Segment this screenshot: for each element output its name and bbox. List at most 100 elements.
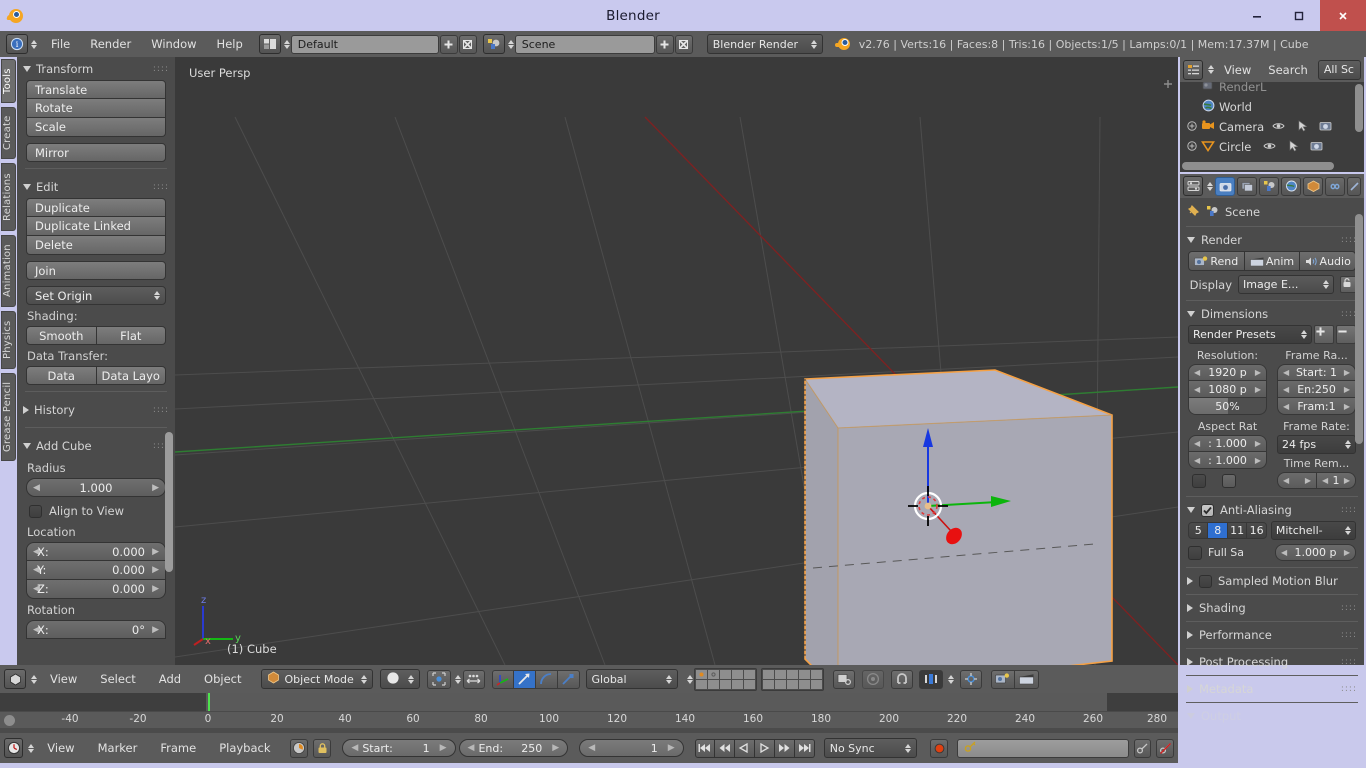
scene-icon[interactable]	[482, 34, 505, 54]
frame-rate-dropdown[interactable]: 24 fps	[1277, 435, 1356, 454]
increment-arrow-icon[interactable]: ▶	[1344, 548, 1350, 557]
rotation-x-field[interactable]: ◀ X: 0° ▶	[26, 620, 166, 639]
increment-arrow-icon[interactable]: ▶	[668, 743, 675, 753]
aspect-y-field[interactable]: ◀ : 1.000 ▶	[1188, 452, 1267, 469]
increment-arrow-icon[interactable]: ▶	[152, 565, 159, 575]
tool-duplicate-button[interactable]: Duplicate	[26, 198, 166, 217]
scene-spinner[interactable]	[507, 39, 514, 49]
properties-tab-world[interactable]	[1281, 176, 1301, 196]
render-presets-dropdown[interactable]: Render Presets	[1188, 325, 1312, 344]
delete-keyframe-icon[interactable]	[1156, 738, 1174, 758]
aa-samples-11[interactable]: 11	[1227, 522, 1248, 539]
frame-end-field[interactable]: ◀ En:250 ▶	[1277, 381, 1356, 398]
next-keyframe-button[interactable]	[774, 738, 795, 758]
increment-arrow-icon[interactable]: ▶	[1255, 456, 1261, 465]
toolshelf-tab-animation[interactable]: Animation	[1, 235, 16, 307]
location-z-field[interactable]: ◀ Z: 0.000 ▶	[26, 580, 166, 599]
tool-translate-button[interactable]: Translate	[26, 80, 166, 99]
outliner-editor-spinner[interactable]	[1208, 65, 1214, 74]
interaction-mode-dropdown[interactable]: Object Mode	[260, 669, 373, 689]
play-reverse-button[interactable]	[734, 738, 755, 758]
increment-arrow-icon[interactable]: ▶	[552, 743, 559, 753]
viewport-menu-add[interactable]: Add	[149, 668, 191, 690]
panel-header-edit[interactable]: Edit ::::	[17, 175, 175, 198]
info-editor-type-selector[interactable]: i	[6, 34, 37, 54]
increment-arrow-icon[interactable]: ▶	[152, 625, 159, 635]
3d-view-editor-icon[interactable]	[4, 669, 26, 689]
jump-to-end-button[interactable]	[794, 738, 815, 758]
render-audio-button[interactable]: Audio	[1300, 251, 1357, 271]
lock-icon[interactable]	[312, 738, 332, 758]
selectable-cursor-icon[interactable]	[1289, 139, 1299, 155]
aa-filter-dropdown[interactable]: Mitchell-	[1270, 521, 1356, 540]
aa-samples-8[interactable]: 8	[1208, 522, 1228, 539]
panel-header-transform[interactable]: Transform ::::	[17, 57, 175, 80]
data-transfer-data-button[interactable]: Data	[26, 366, 97, 385]
increment-arrow-icon[interactable]: ▶	[1344, 368, 1350, 377]
increment-arrow-icon[interactable]: ▶	[1255, 439, 1261, 448]
tool-rotate-button[interactable]: Rotate	[26, 99, 166, 118]
screen-layout-icon[interactable]	[258, 34, 281, 54]
frame-start-field[interactable]: ◀ Start: 1 ▶	[1277, 364, 1356, 381]
pivot-point-spinner[interactable]	[454, 674, 461, 684]
properties-scrollbar[interactable]	[1355, 214, 1363, 444]
decrement-arrow-icon[interactable]: ◀	[1194, 439, 1200, 448]
shading-flat-button[interactable]: Flat	[96, 326, 166, 345]
panel-header-shading[interactable]: Shading ::::	[1180, 597, 1364, 619]
renderability-camera-icon[interactable]	[1319, 120, 1332, 134]
toolshelf-tab-create[interactable]: Create	[1, 107, 16, 159]
keying-set-field[interactable]	[957, 738, 1129, 758]
time-remap-old-field[interactable]: ◀ ▶	[1277, 472, 1317, 489]
toolshelf-scrollbar[interactable]	[165, 432, 173, 572]
decrement-arrow-icon[interactable]: ◀	[1283, 368, 1289, 377]
panel-header-add-cube[interactable]: Add Cube ::::	[17, 434, 175, 457]
increment-arrow-icon[interactable]: ▶	[1344, 476, 1350, 485]
timeline-menu-view[interactable]: View	[37, 737, 84, 759]
toolshelf-tab-physics[interactable]: Physics	[1, 311, 16, 369]
display-mode-dropdown[interactable]: Image E...	[1238, 275, 1334, 294]
scale-manipulator-button[interactable]	[557, 669, 580, 689]
visibility-eye-icon[interactable]	[1272, 120, 1285, 134]
panel-header-output[interactable]: Output	[1180, 705, 1364, 727]
maximize-button[interactable]	[1278, 0, 1320, 31]
layer-spinner[interactable]	[686, 674, 693, 684]
location-x-field[interactable]: ◀ X: 0.000 ▶	[26, 542, 166, 561]
decrement-arrow-icon[interactable]: ◀	[1194, 368, 1200, 377]
panel-header-metadata[interactable]: Metadata ::::	[1180, 678, 1364, 700]
frame-start-field[interactable]: ◀ Start: 1 ▶	[342, 739, 456, 757]
decrement-arrow-icon[interactable]: ◀	[1283, 385, 1289, 394]
resolution-y-field[interactable]: ◀ 1080 p ▶	[1188, 381, 1267, 398]
timeline-menu-frame[interactable]: Frame	[150, 737, 206, 759]
resolution-x-field[interactable]: ◀ 1920 p ▶	[1188, 364, 1267, 381]
scene-layers-group-1[interactable]	[693, 667, 757, 691]
scene-layers-group-2[interactable]	[760, 667, 824, 691]
panel-header-history[interactable]: History ::::	[17, 398, 175, 421]
aa-filter-size-field[interactable]: ◀ 1.000 p ▶	[1275, 544, 1356, 561]
frame-end-field[interactable]: ◀ End: 250 ▶	[458, 739, 569, 757]
sampled-motion-blur-checkbox[interactable]	[1199, 574, 1212, 588]
panel-header-sampled-motion-blur[interactable]: Sampled Motion Blur	[1180, 570, 1364, 592]
outliner-menu-search[interactable]: Search	[1261, 59, 1315, 81]
timeline-scrollbar-handle[interactable]	[4, 715, 15, 726]
viewport-menu-select[interactable]: Select	[90, 668, 145, 690]
time-remap-new-field[interactable]: ◀ 1 ▶	[1317, 472, 1356, 489]
outliner-row-world[interactable]: World	[1180, 97, 1364, 117]
screen-layout-spinner[interactable]	[283, 39, 290, 49]
aa-samples-16[interactable]: 16	[1247, 522, 1267, 539]
increment-arrow-icon[interactable]: ▶	[1255, 385, 1261, 394]
properties-editor-spinner[interactable]	[1207, 181, 1213, 191]
outliner-editor-icon[interactable]	[1183, 59, 1203, 80]
renderability-camera-icon[interactable]	[1310, 140, 1323, 154]
insert-keyframe-icon[interactable]	[1133, 738, 1152, 758]
aspect-x-field[interactable]: ◀ : 1.000 ▶	[1188, 435, 1267, 452]
render-presets-add-button[interactable]	[1314, 325, 1334, 344]
increment-arrow-icon[interactable]: ▶	[152, 584, 159, 594]
properties-tab-object[interactable]	[1303, 176, 1323, 196]
decrement-arrow-icon[interactable]: ◀	[1281, 548, 1287, 557]
timeline-menu-playback[interactable]: Playback	[209, 737, 280, 759]
increment-arrow-icon[interactable]: ▶	[1255, 368, 1261, 377]
increment-arrow-icon[interactable]: ▶	[1344, 385, 1350, 394]
screen-layout-add-button[interactable]	[439, 34, 458, 54]
menu-file[interactable]: File	[41, 33, 80, 55]
anti-aliasing-checkbox[interactable]	[1201, 503, 1214, 517]
